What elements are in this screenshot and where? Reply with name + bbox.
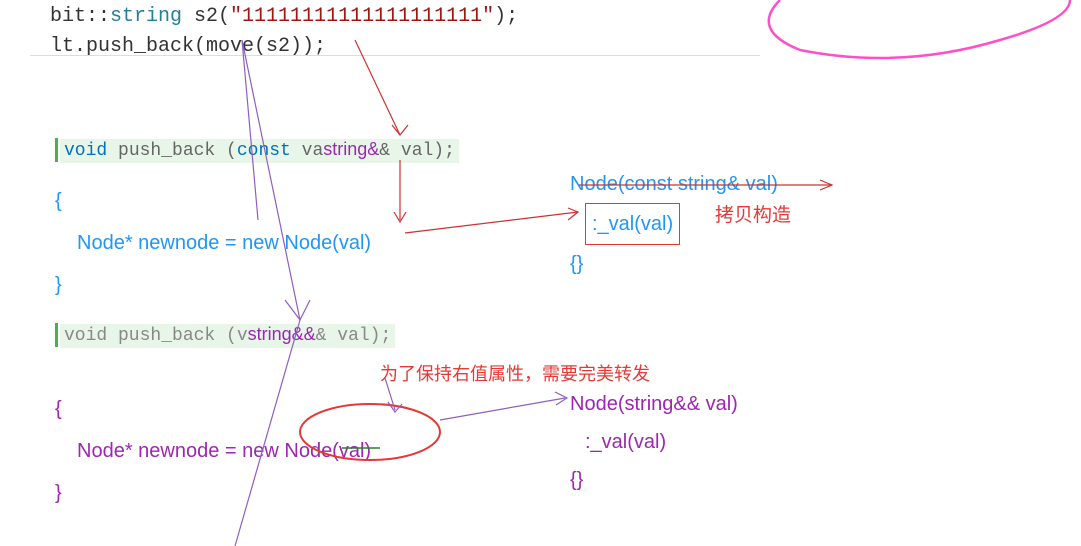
highlight-type: string&& xyxy=(248,324,316,344)
function-body-1: { Node* newnode = new Node(val) } xyxy=(55,180,371,306)
brace-open: { xyxy=(55,180,371,222)
keyword-void: void xyxy=(64,141,107,161)
arrowhead-icon xyxy=(555,392,567,405)
highlight-type: string& xyxy=(323,139,379,159)
arrowhead-icon xyxy=(388,402,402,412)
code-text: bit:: xyxy=(50,5,110,28)
body-line: Node* newnode = new Node(val) xyxy=(55,430,371,472)
code-line-2: lt.push_back(move(s2)); xyxy=(50,32,518,62)
green-bar-icon xyxy=(55,138,58,162)
red-box-highlight: :_val(val) xyxy=(585,203,680,245)
top-code-block: bit::string s2("11111111111111111111"); … xyxy=(50,2,518,62)
func-name: push_back ( xyxy=(107,141,237,161)
node-body: {} xyxy=(570,245,778,283)
arrowhead-icon xyxy=(392,125,408,135)
node-init: :_val(val) xyxy=(570,423,738,461)
code-text: s2( xyxy=(182,5,230,28)
green-bar-icon xyxy=(55,323,58,347)
arrow-line xyxy=(405,212,578,233)
arrowhead-icon xyxy=(820,180,832,190)
rest-text: & val); xyxy=(316,326,392,346)
node-head: Node(string&& val) xyxy=(570,385,738,423)
function-body-2: { Node* newnode = new Node(val) } xyxy=(55,388,371,514)
scribble-icon xyxy=(769,0,1070,58)
node-body: {} xyxy=(570,461,738,499)
brace-close: } xyxy=(55,264,371,306)
keyword-const: const xyxy=(237,141,302,161)
annotation-perfect-forward: 为了保持右值属性，需要完美转发 xyxy=(380,360,650,386)
rest-text: & val); xyxy=(379,141,455,161)
arrow-line xyxy=(440,398,565,420)
divider xyxy=(30,55,760,56)
grey-text: va xyxy=(302,141,324,161)
body-line: Node* newnode = new Node(val) xyxy=(55,222,371,264)
annotation-copy-construct: 拷贝构造 xyxy=(715,200,791,227)
brace-open: { xyxy=(55,388,371,430)
function-signature-2: void push_back (vstring&&& val); xyxy=(55,323,395,347)
arrowhead-icon xyxy=(394,212,406,222)
sig-prefix: void push_back (v xyxy=(64,326,248,346)
node-head: Node(const string& val) xyxy=(570,165,778,203)
node-constructor-2: Node(string&& val) :_val(val) {} xyxy=(570,385,738,499)
function-signature-1: void push_back (const vastring&& val); xyxy=(55,138,459,162)
code-type: string xyxy=(110,5,182,28)
code-text: ); xyxy=(494,5,518,28)
code-string: "11111111111111111111" xyxy=(230,5,494,28)
code-line-1: bit::string s2("11111111111111111111"); xyxy=(50,2,518,32)
brace-close: } xyxy=(55,472,371,514)
